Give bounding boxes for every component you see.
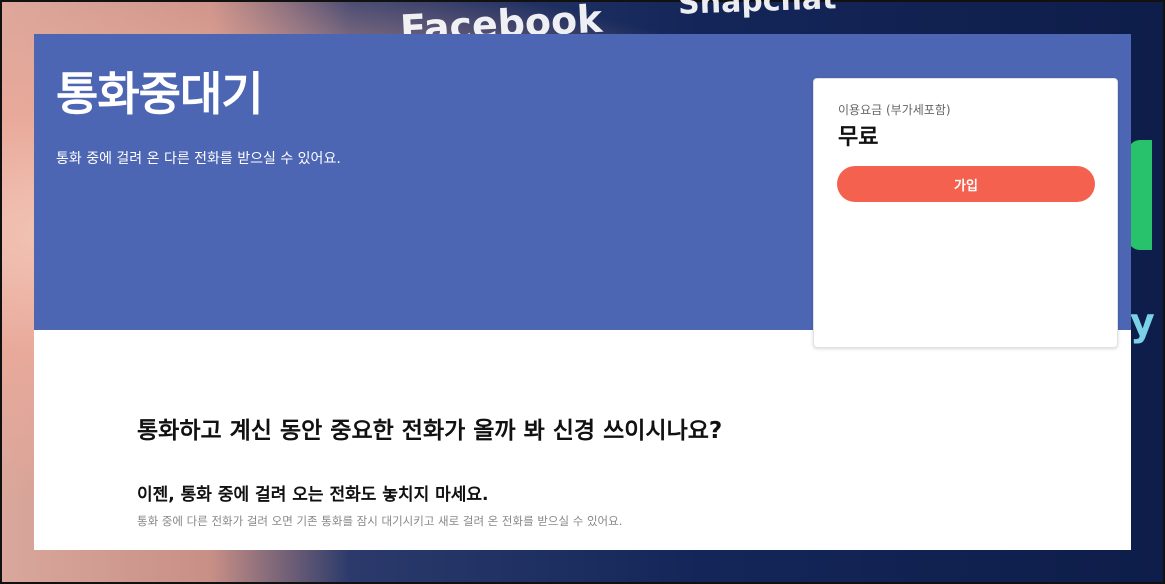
service-detail-card: 통화중대기 통화 중에 걸려 온 다른 전화를 받으실 수 있어요. 이용요금 … xyxy=(34,34,1131,550)
content-subheading: 이젠, 통화 중에 걸려 오는 전화도 놓치지 마세요. xyxy=(137,485,489,505)
background-app-icon xyxy=(1128,140,1152,250)
price-value: 무료 xyxy=(838,125,879,150)
page-title: 통화중대기 xyxy=(56,67,264,121)
background-partial-text: y xyxy=(1130,300,1155,344)
content-description: 통화 중에 다른 전화가 걸려 오면 기존 통화를 잠시 대기시키고 새로 걸려… xyxy=(137,514,623,528)
price-label: 이용요금 (부가세포함) xyxy=(838,103,951,117)
content-heading: 통화하고 계신 동안 중요한 전화가 올까 봐 신경 쓰이시나요? xyxy=(137,418,723,444)
page-subtitle: 통화 중에 걸려 온 다른 전화를 받으실 수 있어요. xyxy=(56,151,341,167)
join-button[interactable]: 가입 xyxy=(837,166,1095,202)
pricing-panel: 이용요금 (부가세포함) 무료 가입 xyxy=(813,78,1118,348)
